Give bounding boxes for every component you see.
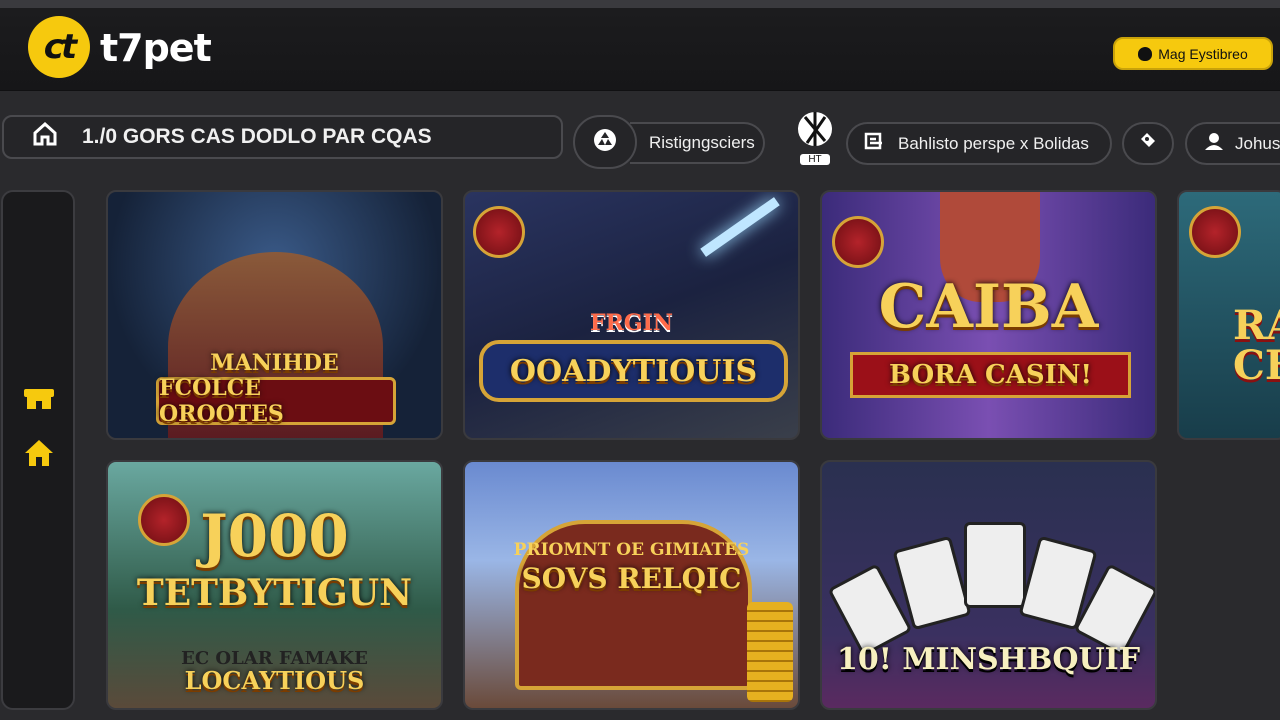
game-top-label: PRIOMNT OE GIMIATES	[513, 540, 750, 560]
game-subtitle-2: LOCAYTIOUS	[184, 666, 365, 695]
game-card[interactable]: PRIOMNT OE GIMIATES SOVS RELQIC	[463, 460, 800, 710]
nav-main-label: 1./0 GORS CAS DODLO PAR CQAS	[82, 125, 432, 148]
nav-item-label: Johus	[1235, 133, 1280, 153]
tag-icon	[1138, 131, 1158, 156]
game-card[interactable]: RA CE	[1177, 190, 1280, 440]
store-icon[interactable]	[21, 382, 57, 412]
game-card[interactable]: J000 TETBYTIGUN EC OLAR FAMAKE LOCAYTIOU…	[106, 460, 443, 710]
top-strip	[0, 0, 1280, 8]
home-icon	[32, 121, 58, 153]
house-icon[interactable]	[21, 438, 57, 468]
nav-recycle-button[interactable]	[573, 115, 637, 169]
game-top-label: CAIBA	[878, 272, 1099, 342]
nav-main-category[interactable]: 1./0 GORS CAS DODLO PAR CQAS	[2, 115, 563, 159]
nav-item-ristigngsciers[interactable]: Ristigngsciers	[630, 122, 765, 164]
game-top-label: FRGIN	[589, 310, 674, 336]
ticket-icon	[864, 131, 886, 156]
game-badge	[1189, 206, 1241, 258]
game-title-banner: FCOLCE OROOTES	[156, 375, 396, 427]
login-label: Mag Eystibreo	[1158, 45, 1248, 62]
game-badge	[473, 206, 525, 258]
nav-item-johus[interactable]: Johus	[1185, 122, 1280, 165]
game-card[interactable]: MANIHDE FCOLCE OROOTES	[106, 190, 443, 440]
logo-text[interactable]: t7pet	[100, 26, 212, 70]
game-card[interactable]: CAIBA BORA CASIN!	[820, 190, 1157, 440]
nav-item-bahlisto[interactable]: Bahlisto perspe x Bolidas	[846, 122, 1112, 165]
game-top-label: MANIHDE	[210, 350, 339, 376]
nav-tag-button[interactable]	[1122, 122, 1174, 165]
game-title: BORA CASIN!	[889, 360, 1092, 390]
game-title: CE	[1233, 342, 1280, 389]
recycle-icon	[591, 126, 619, 159]
sidebar	[1, 190, 75, 710]
game-title: SOVS RELQIC	[521, 562, 742, 595]
game-top-label: J000	[200, 502, 349, 570]
game-badge	[832, 216, 884, 268]
nav-item-label: Ristigngsciers	[649, 133, 755, 152]
light-beam	[700, 197, 780, 257]
game-title: FCOLCE OROOTES	[159, 375, 284, 427]
sport-label: HT	[800, 154, 830, 165]
users-icon	[1203, 131, 1225, 156]
cards-fan	[827, 522, 1155, 657]
coin-stack	[747, 602, 793, 702]
nav-item-label: Bahlisto perspe x Bolidas	[898, 133, 1089, 153]
header: ct t7pet Mag Eystibreo	[0, 8, 1280, 91]
game-card[interactable]: FRGIN OOADYTIOUIS	[463, 190, 800, 440]
apple-icon	[1138, 46, 1153, 61]
game-card[interactable]: 10! MINSHBQUIF	[820, 460, 1157, 710]
game-title: OOADYTIOUIS	[509, 353, 758, 389]
game-title-banner: OOADYTIOUIS	[479, 340, 788, 402]
nav-sport-item[interactable]: HT	[789, 102, 841, 172]
game-title-banner: BORA CASIN!	[850, 352, 1131, 398]
logo-mark[interactable]: ct	[28, 16, 90, 78]
login-button[interactable]: Mag Eystibreo	[1113, 37, 1273, 70]
game-title: TETBYTIGUN	[136, 572, 413, 614]
sport-icon	[795, 109, 835, 158]
game-title: 10! MINSHBQUIF	[836, 642, 1141, 677]
